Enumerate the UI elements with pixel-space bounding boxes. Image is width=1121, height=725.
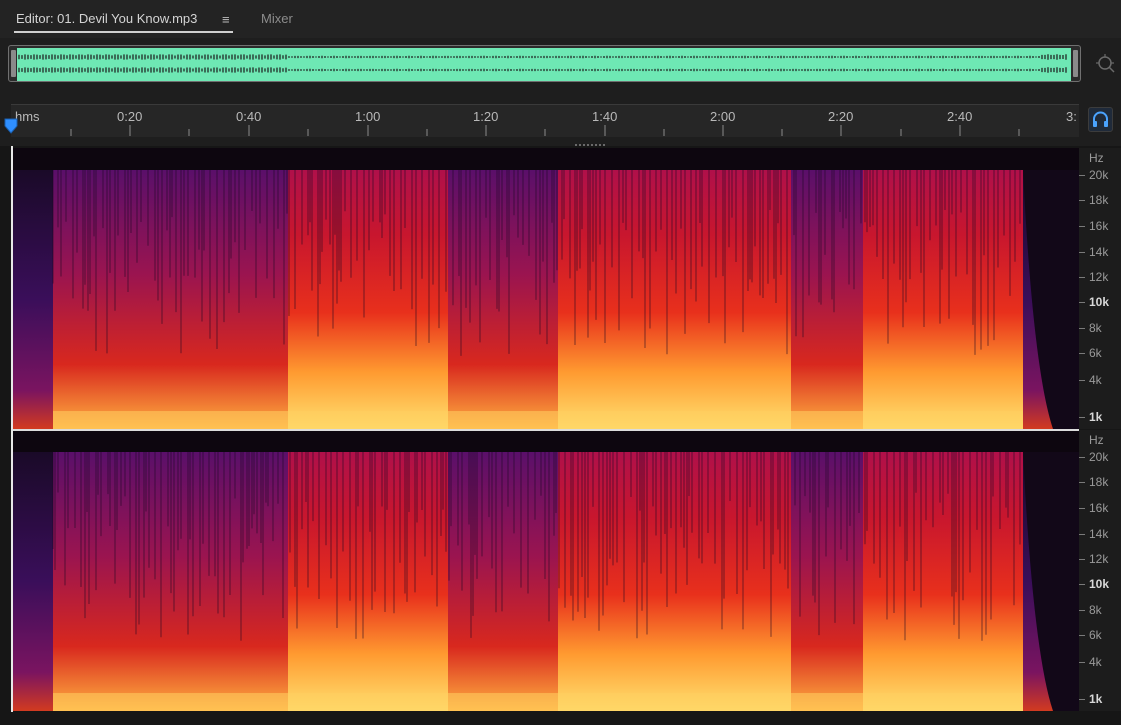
time-ruler-ticks [70, 125, 1020, 136]
frequency-label: 6k [1089, 628, 1102, 642]
spectral-display-channel-left[interactable] [13, 148, 1079, 429]
panel-tab-bar: Editor: 01. Devil You Know.mp3 ≡ Mixer [0, 0, 1121, 38]
spectrogram-graphic [13, 170, 1079, 429]
overview-waveform-graphic [17, 48, 1071, 81]
frequency-tick [1079, 662, 1085, 663]
frequency-tick [1079, 277, 1085, 278]
frequency-tick [1079, 200, 1085, 201]
frequency-unit: Hz [1089, 151, 1104, 165]
frequency-label: 18k [1089, 475, 1109, 489]
frequency-label: 6k [1089, 346, 1102, 360]
frequency-tick [1079, 534, 1085, 535]
frequency-label: 8k [1089, 603, 1102, 617]
frequency-label: 12k [1089, 270, 1109, 284]
channel-separator [13, 429, 1079, 431]
frequency-label: 14k [1089, 245, 1109, 259]
frequency-tick [1079, 417, 1085, 418]
overview-left-handle[interactable] [11, 50, 16, 77]
panel-resize-grip[interactable] [574, 137, 608, 146]
frequency-label: 14k [1089, 527, 1109, 541]
time-label: 1:00 [355, 109, 381, 124]
time-label: 1:40 [592, 109, 618, 124]
time-label: 3: [1066, 109, 1077, 124]
time-ruler[interactable]: hms 0:20 0:40 1:00 1:20 1:40 2:00 2:20 2… [11, 104, 1079, 137]
frequency-label: 12k [1089, 552, 1109, 566]
time-label: 0:20 [117, 109, 143, 124]
frequency-tick [1079, 328, 1085, 329]
frequency-label: 16k [1089, 219, 1109, 233]
frequency-label: 10k [1089, 295, 1110, 309]
frequency-tick [1079, 353, 1085, 354]
frequency-tick [1079, 610, 1085, 611]
playhead-marker-icon[interactable] [4, 118, 18, 134]
zoom-navigator-icon[interactable] [1094, 53, 1116, 75]
frequency-tick [1079, 559, 1085, 560]
time-label: 2:40 [947, 109, 973, 124]
frequency-tick [1079, 380, 1085, 381]
frequency-tick [1079, 584, 1085, 585]
frequency-scale-right: Hz 20k 18k 16k 14k 12k 10k 8k 6k 4k 1k [1079, 430, 1121, 711]
frequency-label: 4k [1089, 655, 1102, 669]
frequency-label: 18k [1089, 193, 1109, 207]
frequency-label: 20k [1089, 450, 1109, 464]
overview-right-handle[interactable] [1073, 50, 1078, 77]
tab-editor[interactable]: Editor: 01. Devil You Know.mp3 [16, 11, 197, 27]
time-label: 1:20 [473, 109, 499, 124]
tab-mixer[interactable]: Mixer [261, 11, 293, 27]
frequency-unit: Hz [1089, 433, 1104, 447]
time-label: 2:00 [710, 109, 736, 124]
time-label: 2:20 [828, 109, 854, 124]
frequency-tick [1079, 175, 1085, 176]
frequency-tick [1079, 508, 1085, 509]
headphones-icon[interactable] [1088, 107, 1113, 132]
frequency-label: 1k [1089, 410, 1103, 424]
frequency-tick [1079, 302, 1085, 303]
frequency-tick [1079, 699, 1085, 700]
frequency-tick [1079, 482, 1085, 483]
time-ruler-unit: hms [15, 109, 40, 124]
frequency-label: 10k [1089, 577, 1110, 591]
spectrogram-graphic [13, 452, 1079, 711]
tab-menu-icon[interactable]: ≡ [222, 12, 230, 27]
frequency-label: 8k [1089, 321, 1102, 335]
frequency-label: 1k [1089, 692, 1103, 706]
frequency-label: 20k [1089, 168, 1109, 182]
frequency-tick [1079, 226, 1085, 227]
frequency-tick [1079, 635, 1085, 636]
overview-waveform[interactable] [8, 45, 1081, 82]
frequency-tick [1079, 457, 1085, 458]
spectral-display-channel-right[interactable] [13, 430, 1079, 711]
frequency-label: 4k [1089, 373, 1102, 387]
active-tab-underline [14, 31, 233, 33]
time-label: 0:40 [236, 109, 262, 124]
frequency-scale-left: Hz 20k 18k 16k 14k 12k 10k 8k 6k 4k 1k [1079, 148, 1121, 429]
frequency-tick [1079, 252, 1085, 253]
frequency-label: 16k [1089, 501, 1109, 515]
